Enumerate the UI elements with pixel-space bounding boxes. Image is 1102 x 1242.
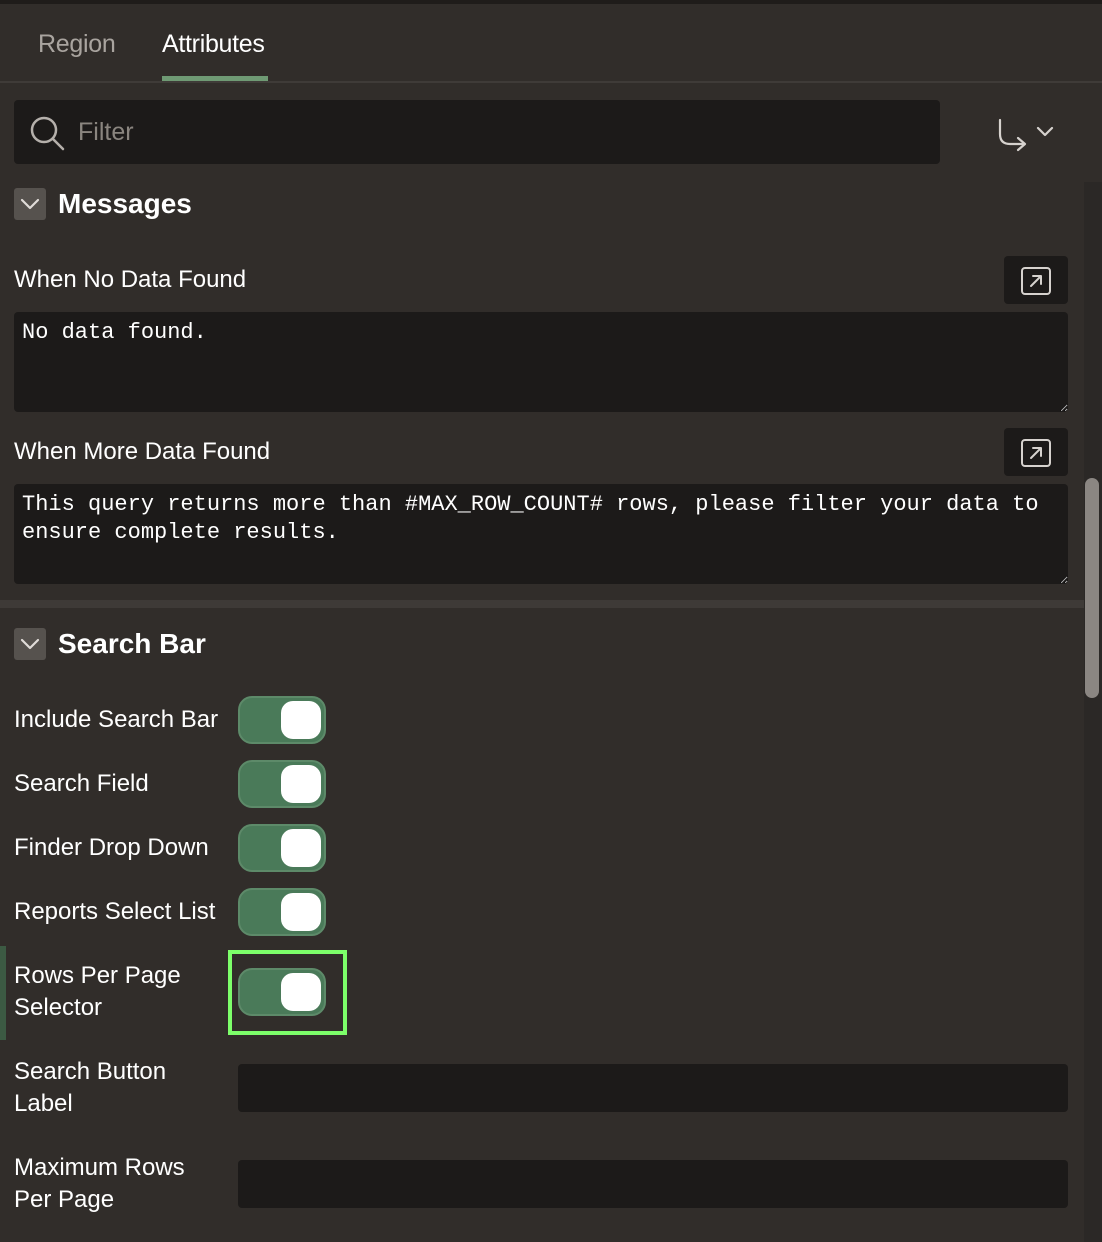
chevron-down-icon <box>20 638 40 650</box>
tab-region[interactable]: Region <box>38 30 116 59</box>
finder-drop-down-label: Finder Drop Down <box>14 834 209 861</box>
search-button-label-label: Search Button Label <box>14 1058 167 1117</box>
scrollbar-track[interactable] <box>1084 182 1102 1242</box>
reports-select-list-label: Reports Select List <box>14 898 216 925</box>
finder-drop-down-toggle[interactable] <box>238 824 326 872</box>
open-code-editor-icon <box>1021 267 1051 295</box>
more-data-found-label: When More Data Found <box>14 438 271 465</box>
toggle-knob <box>281 701 321 739</box>
search-button-label-input[interactable] <box>238 1064 1068 1112</box>
tab-bar: Region Attributes <box>0 4 1102 83</box>
include-search-bar-toggle[interactable] <box>238 696 326 744</box>
scrollbar-thumb[interactable] <box>1085 478 1099 698</box>
active-row-indicator <box>0 946 6 1040</box>
messages-title: Messages <box>58 188 192 219</box>
open-code-editor-icon <box>1021 439 1051 467</box>
focus-highlight <box>228 950 347 1035</box>
more-data-found-textarea[interactable] <box>14 484 1068 584</box>
search-field-toggle[interactable] <box>238 760 326 808</box>
collapse-messages-button[interactable] <box>14 188 46 220</box>
active-tab-indicator <box>162 76 268 81</box>
search-icon <box>30 116 65 151</box>
include-search-bar-label: Include Search Bar <box>14 706 219 733</box>
maximum-rows-per-page-input[interactable] <box>238 1160 1068 1208</box>
no-data-found-textarea[interactable] <box>14 312 1068 412</box>
search-field-label: Search Field <box>14 770 149 797</box>
filter-input[interactable] <box>78 112 918 152</box>
section-divider <box>0 600 1084 608</box>
tab-attributes[interactable]: Attributes <box>162 30 265 59</box>
goto-group-button[interactable] <box>990 110 1060 154</box>
toggle-knob <box>281 829 321 867</box>
search-bar-title: Search Bar <box>58 628 206 659</box>
maximum-rows-per-page-label: Maximum Rows Per Page <box>14 1154 185 1213</box>
toggle-knob <box>281 765 321 803</box>
reports-select-list-toggle[interactable] <box>238 888 326 936</box>
goto-group-icon <box>998 118 1054 152</box>
collapse-search-bar-button[interactable] <box>14 628 46 660</box>
expand-more-data-found-button[interactable] <box>1004 428 1068 476</box>
no-data-found-label: When No Data Found <box>14 266 247 293</box>
filter-box <box>14 100 940 164</box>
toggle-knob <box>281 893 321 931</box>
chevron-down-icon <box>20 198 40 210</box>
expand-no-data-found-button[interactable] <box>1004 256 1068 304</box>
rows-per-page-selector-label: Rows Per Page Selector <box>14 962 181 1021</box>
